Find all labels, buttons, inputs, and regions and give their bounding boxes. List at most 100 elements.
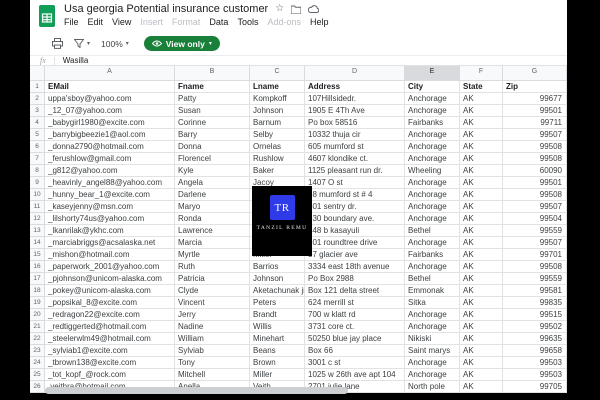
cell[interactable]: Tony <box>175 357 250 369</box>
cell[interactable]: _tbrown138@excite.com <box>45 357 175 369</box>
cell[interactable]: AK <box>460 321 503 333</box>
corner-cell[interactable] <box>30 66 45 81</box>
sheets-logo-icon[interactable] <box>38 5 56 27</box>
cell-header-state[interactable]: State <box>460 81 503 93</box>
cell[interactable]: 99503 <box>503 369 567 381</box>
cell[interactable]: 3001 c st <box>305 357 405 369</box>
row-header[interactable]: 21 <box>30 321 45 333</box>
cell[interactable]: 605 mumford st <box>305 141 405 153</box>
cell[interactable]: Beans <box>250 345 305 357</box>
cell[interactable]: _kaseyjenny@msn.com <box>45 201 175 213</box>
cell[interactable]: _barrybigbeezie1@aol.com <box>45 129 175 141</box>
cell[interactable]: AK <box>460 117 503 129</box>
view-only-button[interactable]: View only ▾ <box>144 36 220 51</box>
cell[interactable]: William <box>175 333 250 345</box>
cell[interactable]: Myrtle <box>175 249 250 261</box>
horizontal-scrollbar[interactable] <box>45 387 348 394</box>
cell[interactable]: Anchorage <box>405 201 460 213</box>
cell-header-address[interactable]: Address <box>305 81 405 93</box>
row-header[interactable]: 8 <box>30 165 45 177</box>
cell[interactable]: 99502 <box>503 321 567 333</box>
cell[interactable]: Emmonak <box>405 285 460 297</box>
cell[interactable]: 1407 O st <box>305 177 405 189</box>
cell[interactable]: Fairbanks <box>405 249 460 261</box>
cell[interactable]: Anchorage <box>405 153 460 165</box>
cell[interactable]: Angela <box>175 177 250 189</box>
cell[interactable]: 3334 east 18th avenue <box>305 261 405 273</box>
cell[interactable]: 99705 <box>503 381 567 393</box>
column-header-f[interactable]: F <box>460 66 503 81</box>
cell[interactable]: Bethel <box>405 273 460 285</box>
cell[interactable]: 401 sentry dr. <box>305 201 405 213</box>
cell[interactable]: _pjohnson@unicom-alaska.com <box>45 273 175 285</box>
menu-item-format[interactable]: Format <box>172 17 201 27</box>
cell[interactable]: Anchorage <box>405 93 460 105</box>
cell[interactable]: AK <box>460 141 503 153</box>
cell[interactable]: 99515 <box>503 309 567 321</box>
cell[interactable]: 99507 <box>503 201 567 213</box>
cell[interactable]: Selby <box>250 129 305 141</box>
cell[interactable]: _redtiggerted@hotmail.com <box>45 321 175 333</box>
cell[interactable]: _marciabriggs@acsalaska.net <box>45 237 175 249</box>
row-header[interactable]: 19 <box>30 297 45 309</box>
row-header[interactable]: 23 <box>30 345 45 357</box>
row-header[interactable]: 1 <box>30 81 45 93</box>
cell[interactable]: Johnson <box>250 273 305 285</box>
column-header-b[interactable]: B <box>175 66 250 81</box>
cell[interactable]: Darlene <box>175 189 250 201</box>
cell[interactable]: 4607 klondike ct. <box>305 153 405 165</box>
menu-item-addons[interactable]: Add-ons <box>267 17 301 27</box>
cell[interactable]: Ruth <box>175 261 250 273</box>
cell-header-city[interactable]: City <box>405 81 460 93</box>
cell[interactable]: AK <box>460 213 503 225</box>
cell[interactable]: Johnson <box>250 105 305 117</box>
cell[interactable]: 99508 <box>503 153 567 165</box>
column-header-c[interactable]: C <box>250 66 305 81</box>
cell[interactable]: _pokey@unicom-alaska.com <box>45 285 175 297</box>
cell[interactable]: 624 merrill st <box>305 297 405 309</box>
cell[interactable]: AK <box>460 357 503 369</box>
cell[interactable]: Willis <box>250 321 305 333</box>
cell[interactable]: Fairbanks <box>405 117 460 129</box>
cell[interactable]: Anchorage <box>405 189 460 201</box>
cell[interactable]: 99701 <box>503 249 567 261</box>
cell[interactable]: Brandt <box>250 309 305 321</box>
cell[interactable]: 99503 <box>503 357 567 369</box>
cell[interactable]: 99635 <box>503 333 567 345</box>
cell[interactable]: AK <box>460 369 503 381</box>
cell[interactable]: 99501 <box>503 105 567 117</box>
formula-input[interactable]: Wasilla <box>63 56 88 65</box>
cell[interactable]: Sylviab <box>175 345 250 357</box>
row-header[interactable]: 13 <box>30 225 45 237</box>
row-header[interactable]: 9 <box>30 177 45 189</box>
cell[interactable]: Clyde <box>175 285 250 297</box>
menu-item-tools[interactable]: Tools <box>237 17 258 27</box>
cell[interactable]: _heavinly_angel88@yahoo.com <box>45 177 175 189</box>
cell-header-lname[interactable]: Lname <box>250 81 305 93</box>
cell[interactable]: AK <box>460 129 503 141</box>
cell[interactable]: 60090 <box>503 165 567 177</box>
cell[interactable]: Anchorage <box>405 369 460 381</box>
cell[interactable]: Po box 58516 <box>305 117 405 129</box>
cell[interactable]: Donna <box>175 141 250 153</box>
cell[interactable]: Vincent <box>175 297 250 309</box>
row-header[interactable]: 24 <box>30 357 45 369</box>
print-icon[interactable] <box>52 38 63 49</box>
menu-item-insert[interactable]: Insert <box>140 17 163 27</box>
row-header[interactable]: 7 <box>30 153 45 165</box>
menu-item-file[interactable]: File <box>64 17 79 27</box>
cell[interactable]: Barnum <box>250 117 305 129</box>
cell[interactable]: 99559 <box>503 225 567 237</box>
cell[interactable]: Florencel <box>175 153 250 165</box>
cell[interactable]: Lawrence <box>175 225 250 237</box>
row-header[interactable]: 26 <box>30 381 45 393</box>
cell[interactable]: Saint marys <box>405 345 460 357</box>
cell[interactable]: Barry <box>175 129 250 141</box>
cloud-status-icon[interactable] <box>308 5 319 13</box>
cell[interactable]: 1905 E 4Th Ave <box>305 105 405 117</box>
cell[interactable]: Aketachunak jr <box>250 285 305 297</box>
cell[interactable]: 030 boundary ave. <box>305 213 405 225</box>
cell[interactable]: 50250 blue jay place <box>305 333 405 345</box>
cell[interactable]: AK <box>460 177 503 189</box>
cell[interactable]: AK <box>460 381 503 393</box>
